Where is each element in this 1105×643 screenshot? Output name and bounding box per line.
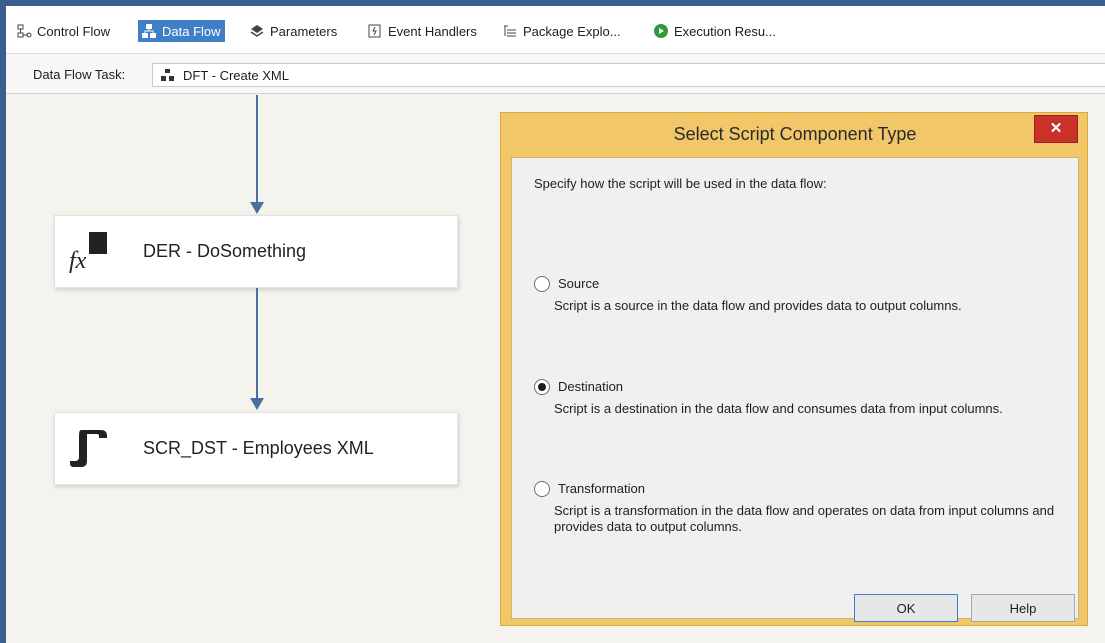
tab-control-flow[interactable]: Control Flow [16,20,110,42]
path-arrow-head [250,202,264,214]
derived-column-icon: fx [67,230,113,274]
tab-label: Execution Resu... [674,23,776,39]
transformation-description: Script is a transformation in the data f… [554,503,1055,534]
ssis-designer-window: Control Flow Data Flow Parameters Event … [6,6,1105,643]
source-radio[interactable] [534,276,550,292]
component-label: SCR_DST - Employees XML [143,438,374,458]
dialog-body: Specify how the script will be used in t… [511,157,1079,622]
data-flow-task-select[interactable]: DFT - Create XML [152,63,1105,87]
tab-label: Data Flow [162,23,221,39]
tab-label: Package Explo... [523,23,621,39]
designer-tab-bar: Control Flow Data Flow Parameters Event … [6,6,1105,54]
ok-button[interactable]: OK [854,594,958,622]
parameters-icon [249,23,265,39]
tab-event-handlers[interactable]: Event Handlers [367,20,477,42]
transformation-radio[interactable] [534,481,550,497]
tab-label: Event Handlers [388,23,477,39]
package-explorer-icon [502,23,518,39]
tab-data-flow[interactable]: Data Flow [138,20,225,42]
destination-label[interactable]: Destination [558,379,623,394]
component-script-destination[interactable]: SCR_DST - Employees XML [54,412,458,485]
close-button[interactable]: ✕ [1034,115,1078,143]
data-flow-task-icon [161,69,175,81]
select-script-component-type-dialog: Select Script Component Type ✕ Specify h… [500,112,1088,626]
data-flow-icon [141,23,157,39]
script-component-icon [67,427,113,471]
data-flow-task-bar: Data Flow Task: DFT - Create XML [6,54,1105,94]
execution-results-icon [653,23,669,39]
transformation-label[interactable]: Transformation [558,481,645,496]
svg-text:fx: fx [69,248,87,274]
tab-label: Parameters [270,23,338,39]
source-description: Script is a source in the data flow and … [554,298,962,313]
event-handlers-icon [367,23,383,39]
tab-execution-results[interactable]: Execution Resu... [653,20,776,42]
component-derived-column[interactable]: fx DER - DoSomething [54,215,458,288]
data-flow-task-value: DFT - Create XML [183,67,289,83]
data-flow-task-label: Data Flow Task: [33,67,126,82]
dialog-prompt: Specify how the script will be used in t… [534,176,827,191]
component-label: DER - DoSomething [143,241,307,261]
tab-label: Control Flow [37,23,110,39]
control-flow-icon [16,23,32,39]
tab-package-explorer[interactable]: Package Explo... [502,20,621,42]
path-arrow-line[interactable] [256,95,258,202]
path-arrow-line[interactable] [256,288,258,398]
path-arrow-head [250,398,264,410]
tab-parameters[interactable]: Parameters [249,20,337,42]
dialog-title: Select Script Component Type [673,124,917,144]
destination-radio[interactable] [534,379,550,395]
help-button[interactable]: Help [971,594,1075,622]
source-label[interactable]: Source [558,276,599,291]
destination-description: Script is a destination in the data flow… [554,401,1003,416]
